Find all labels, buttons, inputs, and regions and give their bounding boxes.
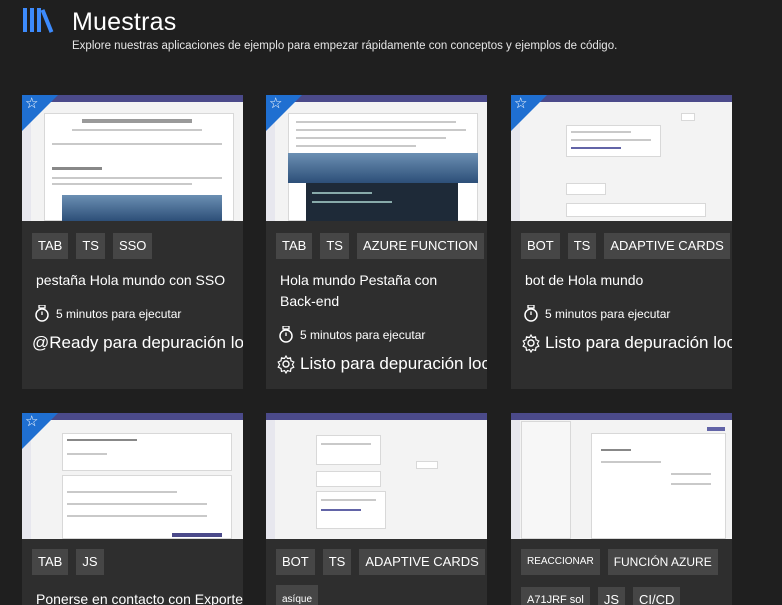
library-books-icon [23,8,54,33]
card-title: bot de Hola mundo [525,272,644,288]
tag: ADAPTIVE CARDS [359,549,485,575]
tag: TS [322,549,352,575]
debug-status: Listo para depuración local [276,354,487,374]
sample-card-bot-adaptive-cards[interactable]: BOT TS ADAPTIVE CARDS asíque [266,413,487,605]
tag: CI/CD [633,587,681,605]
card-title: pestaña Hola mundo con SSO [36,272,226,288]
sample-card-hello-world-bot[interactable]: ☆ BOT TS ADAPTIVE CARDS bot de Hola mund… [511,95,732,389]
debug-status-label: @Ready para depuración local [32,333,243,352]
gear-icon [277,354,295,374]
tag: REACCIONAR [521,549,600,575]
tag-list: TAB TS AZURE FUNCTION [276,233,484,259]
star-icon: ☆ [25,413,39,430]
tag: TS [567,233,597,259]
star-icon: ☆ [25,95,39,112]
debug-status-label: Listo para depuración local [545,333,732,352]
tag: FUNCIÓN AZURE [607,549,718,575]
tag: SSO [112,233,153,259]
tag-list: REACCIONAR FUNCIÓN AZURE [521,549,718,575]
tag-list: TAB JS [32,549,104,575]
sample-card-contact-exporter[interactable]: ☆ TAB JS Ponerse en contacto con Exporte… [22,413,243,605]
run-time: 5 minutos para ejecutar [278,326,425,344]
tag: AZURE FUNCTION [356,233,484,259]
debug-status: Listo para depuración local [521,333,732,353]
sample-thumbnail [511,413,732,539]
stopwatch-icon [35,305,49,322]
run-time-label: 5 minutos para ejecutar [300,328,426,342]
tag-list-row2: A71JRF sol JS CI/CD [521,587,681,605]
tag: BOT [276,549,315,575]
tag-list: BOT TS ADAPTIVE CARDS [276,549,485,575]
tag: asíque [276,585,319,605]
page-header: Muestras Explore nuestras aplicaciones d… [22,6,772,66]
card-title: Hola mundo Pestaña con Back-end [280,272,438,309]
tag: A71JRF sol [521,587,590,605]
tag: BOT [521,233,560,259]
sample-card-react-azure-function[interactable]: REACCIONAR FUNCIÓN AZURE A71JRF sol JS C… [511,413,732,605]
tag: TAB [276,233,313,259]
star-icon: ☆ [514,95,528,112]
run-time-label: 5 minutos para ejecutar [56,307,182,321]
run-time: 5 minutos para ejecutar [34,305,181,323]
stopwatch-icon [524,305,538,322]
tag-list-row2: asíque [276,585,319,605]
stopwatch-icon [279,326,293,343]
tag: JS [597,587,626,605]
run-time: 5 minutos para ejecutar [523,305,670,323]
card-title: Ponerse en contacto con Exporter usi [36,591,243,605]
tag-list: TAB TS SSO [32,233,153,259]
sample-thumbnail [266,413,487,539]
tag: TAB [32,549,69,575]
gear-icon [522,333,540,353]
page-subtitle: Explore nuestras aplicaciones de ejemplo… [72,40,618,52]
tag-list: BOT TS ADAPTIVE CARDS [521,233,730,259]
tag: TAB [32,233,69,259]
page-title: Muestras [72,8,177,36]
debug-status-label: Listo para depuración local [300,354,487,373]
run-time-label: 5 minutos para ejecutar [545,307,671,321]
sample-card-hello-world-tab-sso[interactable]: ☆ TAB TS SSO pestaña Hola mundo con SSO … [22,95,243,389]
tag: ADAPTIVE CARDS [604,233,730,259]
sample-card-hello-world-tab-backend[interactable]: ☆ TAB TS AZURE FUNCTION Hola mundo Pesta… [266,95,487,389]
tag: TS [76,233,105,259]
debug-status: @Ready para depuración local [32,333,243,353]
tag: TS [320,233,349,259]
star-icon: ☆ [269,95,283,112]
tag: JS [76,549,104,575]
